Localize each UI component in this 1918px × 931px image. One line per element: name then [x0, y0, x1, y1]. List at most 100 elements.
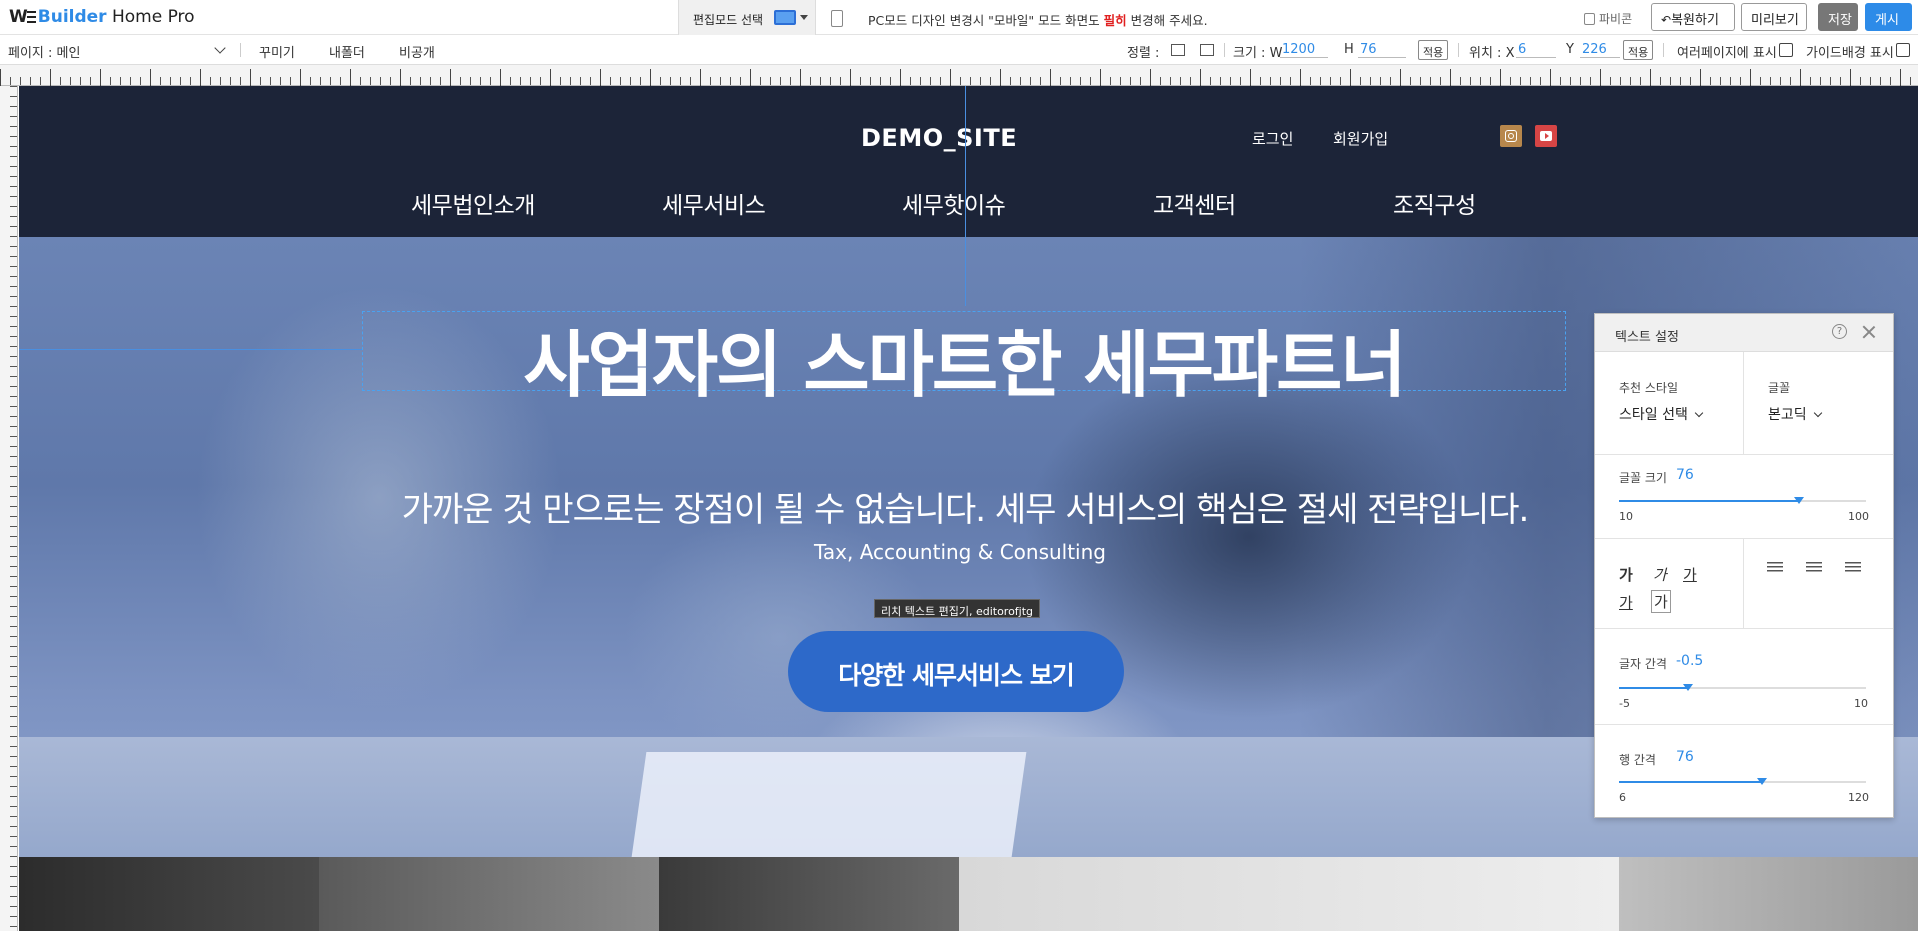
guide-bg-checkbox[interactable] [1896, 43, 1910, 57]
font-size-value[interactable]: 76 [1676, 467, 1694, 483]
notice-highlight: 필히 [1103, 13, 1127, 28]
close-icon[interactable] [1861, 324, 1877, 340]
publish-button[interactable]: 게시 [1865, 3, 1912, 31]
align-left-icon[interactable] [1767, 562, 1783, 574]
height-label: H [1344, 42, 1354, 57]
image-tile [959, 857, 1619, 931]
underline-below-style-icon[interactable]: 가 [1619, 592, 1633, 613]
letter-spacing-label: 글자 간격 [1619, 657, 1667, 671]
hero-title[interactable]: 사업자의 스마트한 세무파트너 [362, 306, 1566, 411]
width-input[interactable]: 1200 [1282, 42, 1315, 57]
panel-header[interactable]: 텍스트 설정 ? [1595, 314, 1893, 352]
letter-spacing-slider[interactable] [1619, 684, 1866, 691]
divider [240, 43, 241, 57]
divider [1458, 43, 1459, 57]
edit-mode-selector[interactable]: 편집모드 선택 [678, 0, 816, 35]
edit-mode-label: 편집모드 선택 [693, 13, 764, 27]
nav-item-services[interactable]: 세무서비스 [662, 186, 766, 220]
signup-link[interactable]: 회원가입 [1333, 128, 1388, 149]
line-height-slider[interactable] [1619, 778, 1866, 785]
restore-button[interactable]: ↶복원하기 [1651, 3, 1735, 31]
font-select[interactable]: 본고딕 [1768, 404, 1822, 424]
divider [1663, 43, 1664, 57]
position-apply-button[interactable]: 적용 [1623, 40, 1654, 60]
favicon-icon [1584, 13, 1595, 25]
slider-knob[interactable] [1757, 778, 1768, 785]
style-select[interactable]: 스타일 선택 [1619, 404, 1704, 424]
chevron-down-icon[interactable] [214, 42, 226, 54]
hero-subtitle[interactable]: 가까운 것 만으로는 장점이 될 수 없습니다. 세무 서비스의 핵심은 절세 … [300, 482, 1630, 531]
slider-knob[interactable] [1794, 497, 1805, 504]
favicon-button[interactable]: 파비콘 [1584, 10, 1632, 27]
size-apply-button[interactable]: 적용 [1418, 40, 1449, 60]
mobile-notice: PC모드 디자인 변경시 "모바일" 모드 화면도 필히 변경해 주세요. [868, 10, 1208, 29]
services-cta-button[interactable]: 다양한 세무서비스 보기 [788, 631, 1124, 712]
vertical-ruler[interactable] [0, 86, 18, 931]
align-horizontal-icon[interactable] [1171, 44, 1185, 56]
align-vertical-icon[interactable] [1200, 44, 1214, 56]
align-center-icon[interactable] [1806, 562, 1822, 574]
x-input[interactable]: 6 [1518, 42, 1526, 57]
guide-bg-label: 가이드배경 표시 [1806, 46, 1894, 61]
save-button[interactable]: 저장 [1818, 3, 1858, 31]
divider [1595, 454, 1893, 455]
decorate-button[interactable]: 꾸미기 [259, 42, 295, 61]
desktop-monitor-icon [774, 10, 796, 25]
box-style-icon[interactable]: 가 [1651, 590, 1671, 613]
divider [1595, 538, 1893, 539]
logo-we: W [9, 7, 28, 27]
private-button[interactable]: 비공개 [399, 42, 435, 61]
chevron-down-icon [1813, 408, 1822, 418]
hero-background-document [631, 752, 1027, 857]
font-label: 글꼴 [1768, 381, 1791, 395]
nav-item-organization[interactable]: 조직구성 [1393, 186, 1476, 220]
vertical-guide-line [965, 86, 966, 306]
app-logo[interactable]: W Builder Home Pro [9, 7, 195, 27]
line-height-min: 6 [1619, 791, 1626, 804]
nav-item-about[interactable]: 세무법인소개 [411, 186, 535, 220]
notice-suffix: 변경해 주세요. [1126, 13, 1208, 28]
italic-style-icon[interactable]: 가 [1653, 564, 1667, 585]
y-input[interactable]: 226 [1582, 42, 1607, 57]
slider-fill [1619, 687, 1689, 689]
text-settings-panel: 텍스트 설정 ? 추천 스타일 스타일 선택 글꼴 본고딕 글꼴 크기 76 1… [1594, 313, 1894, 818]
height-input[interactable]: 76 [1360, 42, 1377, 57]
help-icon[interactable]: ? [1832, 324, 1847, 339]
nav-item-hot-issues[interactable]: 세무핫이슈 [902, 186, 1006, 220]
page-selector[interactable]: 페이지 : 메인 [8, 42, 80, 61]
style-select-value: 스타일 선택 [1619, 407, 1688, 423]
chevron-down-icon [1694, 408, 1704, 418]
favicon-label: 파비콘 [1599, 12, 1633, 26]
multi-page-label: 여러페이지에 표시 [1677, 46, 1777, 61]
instagram-icon[interactable] [1500, 125, 1522, 147]
slider-knob[interactable] [1683, 684, 1694, 691]
align-label: 정렬 : [1127, 46, 1160, 61]
underline-style-icon[interactable]: 가 [1683, 564, 1697, 585]
size-label: 크기 : W [1233, 46, 1283, 61]
hero-english-tagline[interactable]: Tax, Accounting & Consulting [700, 540, 1220, 564]
notice-prefix: PC모드 디자인 변경시 "모바일" 모드 화면도 [868, 13, 1104, 28]
bold-style-icon[interactable]: 가 [1619, 564, 1633, 585]
font-size-slider[interactable] [1619, 497, 1866, 504]
next-section-images [19, 857, 1918, 931]
my-folder-button[interactable]: 내폴더 [329, 42, 365, 61]
horizontal-ruler[interactable] [0, 65, 1918, 86]
letter-spacing-min: -5 [1619, 697, 1630, 710]
divider [1743, 538, 1744, 628]
editor-tooltip: 리치 텍스트 편집기, editorofjtg [874, 599, 1041, 618]
font-size-min: 10 [1619, 510, 1633, 523]
multi-page-checkbox[interactable] [1779, 43, 1793, 57]
undo-icon: ↶ [1661, 13, 1672, 27]
line-height-value[interactable]: 76 [1676, 749, 1694, 765]
login-link[interactable]: 로그인 [1252, 128, 1293, 149]
mobile-mode-icon[interactable] [831, 10, 843, 27]
preview-button[interactable]: 미리보기 [1741, 3, 1807, 31]
site-logo-text[interactable]: DEMO_SITE [861, 124, 1017, 152]
y-underline [1580, 57, 1620, 58]
edit-toolbar: 페이지 : 메인 꾸미기 내폴더 비공개 정렬 : 크기 : W 1200 H … [0, 35, 1918, 65]
letter-spacing-value[interactable]: -0.5 [1676, 653, 1703, 669]
image-tile [659, 857, 959, 931]
youtube-icon[interactable] [1535, 125, 1557, 147]
align-right-icon[interactable] [1845, 562, 1861, 574]
nav-item-customer-center[interactable]: 고객센터 [1153, 186, 1236, 220]
